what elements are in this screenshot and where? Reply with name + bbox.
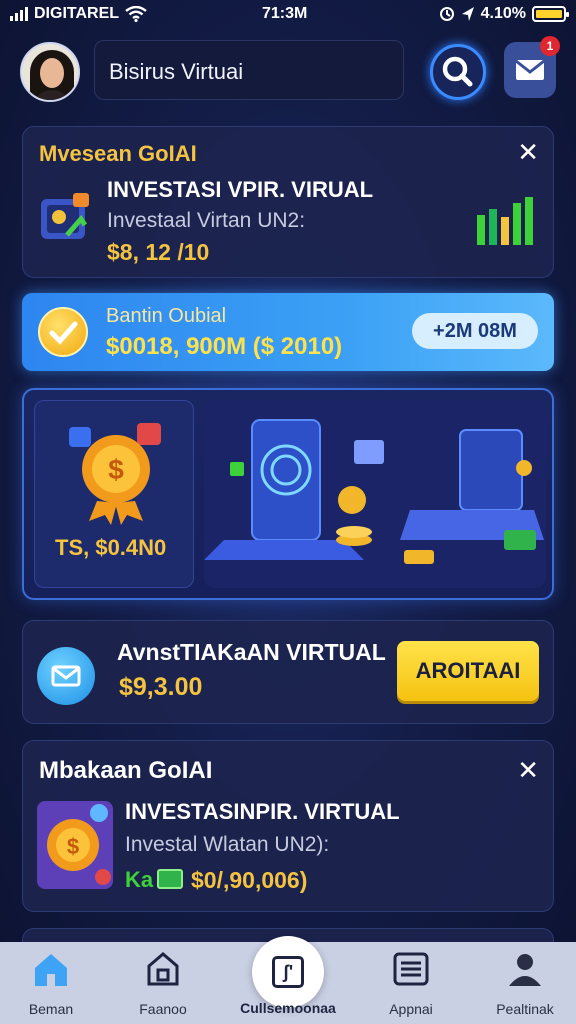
nav-item-home[interactable]: Beman	[0, 950, 106, 1017]
clock: 71:3M	[262, 5, 308, 22]
messages-button[interactable]: 1	[504, 36, 560, 98]
check-icon	[38, 307, 88, 357]
status-right: 4.10%	[439, 5, 569, 23]
menu-icon	[393, 952, 429, 986]
battery-percent: 4.10%	[480, 5, 526, 22]
header-title: Bisirus Virtuai	[109, 59, 244, 84]
app-header: Bisirus Virtuai 1	[0, 36, 576, 108]
banner-value: $0018, 900M ($ 2010)	[106, 333, 343, 360]
nav-label-profile: Pealtinak	[496, 1001, 554, 1017]
close-icon-2[interactable]: ✕	[517, 757, 539, 783]
nav-item-menu[interactable]: Appnai	[356, 950, 466, 1017]
banner-label: Bantin Oubial	[106, 305, 227, 327]
withdraw-amount: $9,3.00	[119, 673, 203, 701]
devices-illustration	[204, 400, 546, 588]
nav-item-wallet[interactable]: ʃ'	[252, 936, 324, 1008]
svg-text:$: $	[67, 834, 79, 859]
search-icon	[442, 56, 473, 87]
investment-subtitle-2: Investal Wlatan UN2):	[125, 833, 330, 856]
withdraw-button[interactable]: AROITAAI	[397, 641, 539, 701]
location-icon	[461, 7, 474, 21]
signal-icon	[10, 7, 28, 21]
close-icon[interactable]: ✕	[517, 139, 539, 165]
header-title-box[interactable]: Bisirus Virtuai	[94, 40, 404, 100]
mail-icon	[37, 647, 95, 705]
bar-chart-icon	[477, 197, 533, 245]
alarm-icon	[439, 7, 454, 21]
search-button[interactable]	[430, 44, 486, 100]
notification-badge: 1	[540, 36, 560, 56]
nav-label-wallet: Cullsemoonaa	[240, 1000, 336, 1016]
battery-icon	[532, 6, 569, 22]
carrier-name: DIGITAREL	[34, 5, 120, 22]
nav-label-menu: Appnai	[389, 1001, 433, 1017]
nav-item-store[interactable]: Faanoo	[108, 950, 218, 1017]
amount-prefix: Ka	[125, 867, 154, 892]
store-icon	[147, 952, 179, 986]
gear-coin-icon: $	[37, 801, 113, 889]
investment-card-2[interactable]: Mbakaan GoIAI ✕ $ INVESTASINPIR. VIRTUAL…	[22, 740, 554, 912]
nav-label-home: Beman	[28, 1001, 74, 1017]
home-icon	[35, 954, 67, 986]
balance-banner[interactable]: Bantin Oubial $0018, 900M ($ 2010) +2M 0…	[22, 293, 554, 371]
card-title: Mvesean GoIAI	[39, 141, 197, 166]
withdraw-title: AvnstTIAKaAN VIRTUAL	[117, 639, 386, 665]
investment-card[interactable]: Mvesean GoIAI ✕ INVESTASI VPIR. VIRUAL I…	[22, 126, 554, 278]
laptop-phone-icon	[204, 419, 544, 564]
investment-amount-2: $0/,90,006)	[191, 867, 308, 893]
investment-title: INVESTASI VPIR. VIRUAL	[107, 177, 374, 202]
card-title-2: Mbakaan GoIAI	[39, 757, 213, 784]
svg-text:$: $	[108, 454, 124, 485]
wallet-icon: ʃ'	[272, 956, 304, 988]
investment-amount: $8, 12 /10	[107, 239, 210, 265]
profile-icon	[509, 954, 541, 986]
banner-pill: +2M 08M	[412, 313, 538, 349]
coin-badge-panel: $ TS, $0.4N0	[34, 400, 194, 588]
withdraw-card[interactable]: AvnstTIAKaAN VIRTUAL $9,3.00 AROITAAI	[22, 620, 554, 724]
nav-item-profile[interactable]: Pealtinak	[470, 950, 576, 1017]
investment-app-icon	[41, 193, 89, 239]
investment-subtitle: Investaal Virtan UN2:	[107, 209, 306, 232]
investment-title-2: INVESTASINPIR. VIRTUAL	[125, 799, 400, 824]
hero-amount: TS, $0.4N0	[55, 535, 167, 560]
carrier: DIGITAREL	[10, 5, 147, 23]
hero-illustration: $ TS, $0.4N0	[22, 388, 554, 600]
green-tag-icon	[157, 869, 183, 889]
wifi-icon	[125, 6, 147, 22]
avatar[interactable]	[20, 42, 80, 102]
bottom-nav: Beman Faanoo ʃ' Cullsemoonaa Appnai Peal…	[0, 936, 576, 1024]
nav-label-store: Faanoo	[139, 1001, 187, 1017]
status-bar: DIGITAREL 71:3M 4.10%	[0, 0, 576, 30]
coin-badge-icon: $	[69, 423, 161, 525]
